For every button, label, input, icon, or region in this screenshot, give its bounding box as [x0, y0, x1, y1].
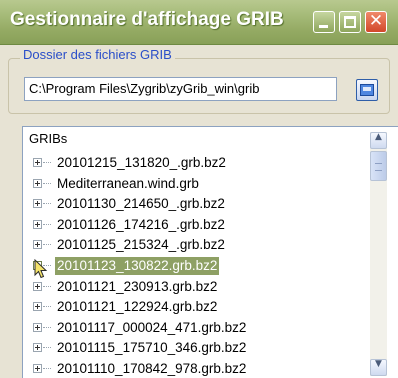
- scroll-thumb[interactable]: [370, 151, 387, 181]
- maximize-button[interactable]: [339, 11, 361, 33]
- browse-folder-button[interactable]: [356, 79, 378, 101]
- folder-browse-icon: [360, 84, 374, 96]
- arrow-up-icon: ▲: [375, 132, 382, 142]
- tree-item[interactable]: 20101130_214650_.grb.bz2: [23, 194, 363, 214]
- close-button[interactable]: ✕: [365, 11, 387, 33]
- mouse-cursor-icon: [34, 259, 48, 279]
- expand-plus-icon[interactable]: [33, 158, 42, 167]
- tree-item[interactable]: 20101121_230913.grb.bz2: [23, 277, 363, 297]
- tree-item-label: 20101121_122924.grb.bz2: [57, 299, 218, 315]
- tree-connector: [43, 368, 51, 369]
- minimize-button[interactable]: [313, 11, 335, 33]
- tree-item[interactable]: 20101126_174216_.grb.bz2: [23, 215, 363, 235]
- tree-item-label: 20101115_175710_346.grb.bz2: [57, 340, 247, 356]
- window-title: Gestionnaire d'affichage GRIB: [10, 9, 284, 30]
- scroll-up-button[interactable]: ▲: [370, 132, 387, 149]
- scroll-down-button[interactable]: ▼: [370, 359, 387, 376]
- tree-item[interactable]: 20101121_122924.grb.bz2: [23, 297, 363, 317]
- tree-item-label: 20101110_170842_978.grb.bz2: [57, 361, 247, 376]
- tree-item-label: 20101126_174216_.grb.bz2: [57, 216, 225, 232]
- folder-group-legend: Dossier des fichiers GRIB: [20, 47, 175, 62]
- tree-connector: [43, 162, 51, 163]
- tree-item[interactable]: Mediterranean.wind.grb: [23, 174, 363, 194]
- tree-connector: [43, 244, 51, 246]
- tree-item-label: 20101215_131820_.grb.bz2: [57, 155, 226, 170]
- tree-connector: [43, 285, 51, 287]
- tree-root-label: GRIBs: [29, 131, 68, 146]
- tree-item[interactable]: 20101117_000024_471.grb.bz2: [23, 318, 363, 338]
- tree-connector: [43, 326, 51, 328]
- expand-plus-icon[interactable]: [33, 219, 42, 229]
- tree-item-label: 20101123_130822.grb.bz2: [55, 257, 220, 275]
- grib-file-tree[interactable]: GRIBs 20101215_131820_.grb.bz2 Mediterran…: [22, 126, 398, 378]
- tree-item[interactable]: 20101115_175710_346.grb.bz2: [23, 338, 363, 358]
- vertical-scrollbar[interactable]: ▲ ▼: [370, 132, 387, 376]
- tree-item[interactable]: 20101110_170842_978.grb.bz2: [23, 359, 363, 378]
- tree-item-label: 20101125_215324_.grb.bz2: [57, 237, 225, 253]
- close-icon: ✕: [368, 11, 384, 31]
- tree-connector: [43, 203, 51, 205]
- tree-item-label: Mediterranean.wind.grb: [57, 175, 199, 191]
- tree-item-label: 20101130_214650_.grb.bz2: [57, 196, 225, 212]
- expand-plus-icon[interactable]: [33, 364, 42, 373]
- tree-connector: [43, 306, 51, 308]
- tree-item-label: 20101121_230913.grb.bz2: [57, 278, 218, 294]
- expand-plus-icon[interactable]: [33, 343, 42, 353]
- grib-manager-window: Gestionnaire d'affichage GRIB ✕ Dossier …: [0, 0, 398, 378]
- tree-connector: [43, 182, 51, 184]
- folder-path-input[interactable]: C:\Program Files\Zygrib\zyGrib_win\grib: [24, 77, 337, 101]
- arrow-down-icon: ▼: [375, 359, 382, 369]
- tree-item[interactable]: 20101123_130822.grb.bz2: [23, 256, 363, 276]
- tree-item[interactable]: 20101215_131820_.grb.bz2: [23, 153, 363, 173]
- expand-plus-icon[interactable]: [33, 322, 42, 332]
- expand-plus-icon[interactable]: [33, 281, 42, 291]
- expand-plus-icon[interactable]: [33, 240, 42, 250]
- expand-plus-icon[interactable]: [33, 199, 42, 209]
- expand-plus-icon[interactable]: [33, 302, 42, 312]
- tree-item[interactable]: 20101125_215324_.grb.bz2: [23, 235, 363, 255]
- title-bar[interactable]: Gestionnaire d'affichage GRIB ✕: [0, 0, 398, 45]
- tree-connector: [43, 223, 51, 225]
- expand-plus-icon[interactable]: [33, 178, 42, 188]
- tree-connector: [43, 347, 51, 349]
- tree-item-label: 20101117_000024_471.grb.bz2: [57, 319, 247, 335]
